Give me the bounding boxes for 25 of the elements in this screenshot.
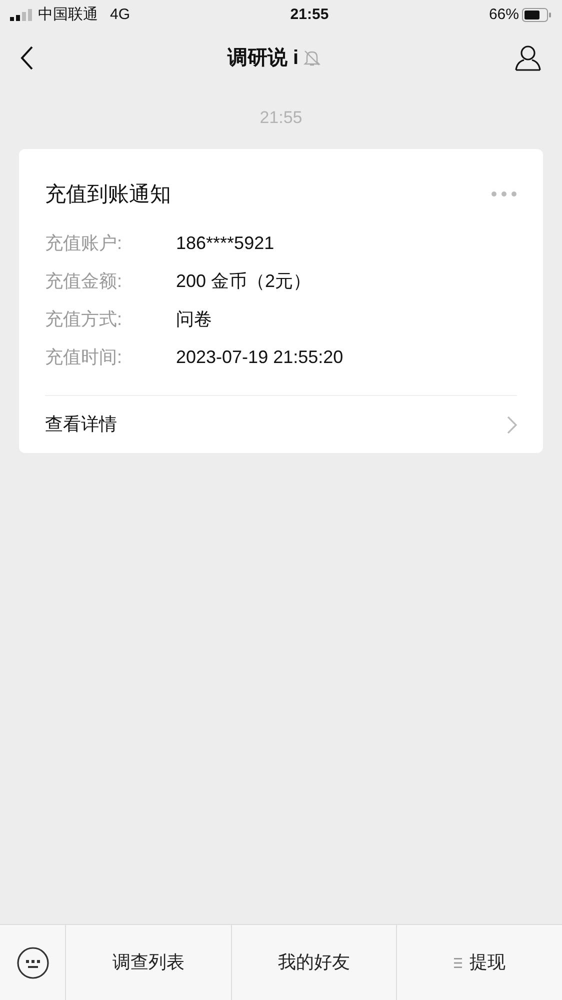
chat-title: 调研说 i	[227, 46, 299, 70]
menu-button[interactable]: 提现	[397, 925, 562, 1000]
menu-button[interactable]: 调查列表	[66, 925, 232, 1000]
field-value: 问卷	[176, 308, 212, 331]
field-value: 200 金币（2元）	[176, 270, 312, 293]
carrier-name: 中国联通	[38, 4, 98, 25]
chevron-right-icon	[507, 416, 517, 434]
keyboard-icon[interactable]	[16, 946, 50, 980]
field-value: 186****5921	[176, 232, 274, 255]
field-label: 充值金额:	[45, 270, 124, 293]
view-details-link[interactable]: 查看详情	[45, 411, 117, 438]
profile-icon[interactable]	[514, 44, 542, 72]
field-value: 2023-07-19 21:55:20	[176, 346, 344, 369]
clock: 21:55	[290, 4, 329, 25]
field-label: 充值账户:	[45, 232, 124, 255]
battery-percent: 66%	[488, 4, 519, 25]
card-title: 充值到账通知	[45, 182, 171, 208]
field-label: 充值方式:	[45, 308, 124, 331]
battery-icon	[522, 8, 552, 22]
signal-icon	[10, 9, 34, 21]
menu-button[interactable]: 我的好友	[232, 925, 398, 1000]
timestamp: 21:55	[260, 107, 302, 129]
network-type: 4G	[110, 4, 130, 25]
back-icon[interactable]	[20, 46, 34, 70]
field-label: 充值时间:	[45, 346, 124, 369]
